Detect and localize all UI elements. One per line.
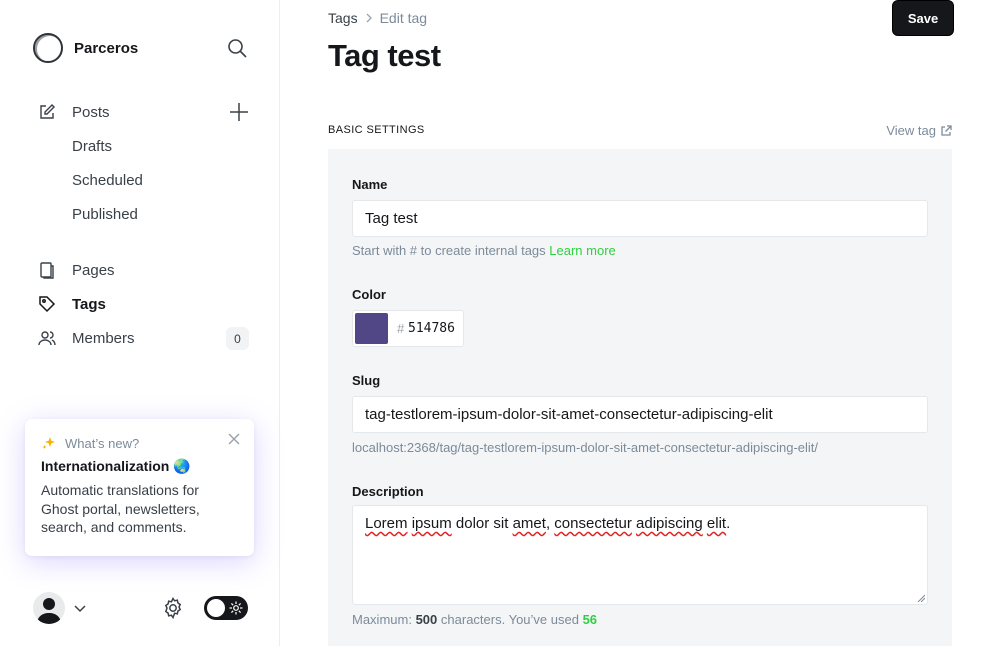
desc-word: dolor sit bbox=[455, 515, 509, 532]
avatar[interactable] bbox=[33, 592, 65, 624]
breadcrumb-current: Edit tag bbox=[379, 10, 428, 26]
whats-new-heading: What’s new? bbox=[41, 435, 238, 451]
name-input[interactable]: Tag test bbox=[352, 200, 928, 237]
nav-posts-label: Posts bbox=[72, 103, 110, 121]
desc-word: consectetur bbox=[554, 515, 632, 532]
desc-word: Lorem bbox=[365, 515, 408, 532]
close-icon[interactable] bbox=[228, 433, 240, 445]
color-hex-input[interactable]: 514786 bbox=[408, 321, 455, 336]
color-field[interactable]: # 514786 bbox=[352, 310, 464, 347]
section-label: Basic settings bbox=[328, 124, 425, 136]
desc-hint-used: 56 bbox=[582, 612, 598, 627]
description-hint: Maximum: 500 characters. You’ve used 56 bbox=[352, 612, 597, 627]
external-link-icon bbox=[941, 124, 952, 136]
color-swatch[interactable] bbox=[355, 313, 388, 344]
name-hint-text: Start with # to create internal tags bbox=[352, 243, 546, 258]
whats-new-body: Automatic translations for Ghost portal,… bbox=[41, 482, 200, 535]
site-name: Parceros bbox=[74, 39, 139, 57]
plus-icon[interactable] bbox=[229, 102, 249, 122]
nav-pages-label: Pages bbox=[72, 261, 115, 279]
pages-icon bbox=[40, 262, 54, 279]
name-hint: Start with # to create internal tags Lea… bbox=[352, 243, 616, 258]
desc-hint-max: 500 bbox=[415, 612, 438, 627]
toggle-knob bbox=[207, 599, 225, 617]
nav-pages[interactable]: Pages bbox=[38, 261, 115, 279]
whats-new-title: Internationalization 🌏 bbox=[41, 458, 191, 474]
sidebar: Parceros Posts Drafts Scheduled Publishe… bbox=[0, 0, 280, 646]
view-tag-link[interactable]: View tag bbox=[886, 123, 952, 138]
tag-icon bbox=[39, 296, 56, 313]
whats-new-heading-text: What’s new? bbox=[65, 435, 140, 451]
chevron-down-icon[interactable] bbox=[73, 601, 87, 615]
nav-members[interactable]: Members bbox=[38, 329, 135, 347]
description-textarea[interactable]: Lorem ipsum dolor sit amet, consectetur … bbox=[352, 505, 928, 605]
nav-posts[interactable]: Posts bbox=[38, 103, 110, 121]
description-label: Description bbox=[352, 484, 424, 499]
brand[interactable]: Parceros bbox=[33, 33, 138, 63]
breadcrumb: Tags Edit tag bbox=[328, 10, 427, 26]
site-logo bbox=[33, 33, 63, 63]
nav-published[interactable]: Published bbox=[72, 206, 138, 223]
color-label: Color bbox=[352, 287, 386, 302]
nav-tags[interactable]: Tags bbox=[38, 295, 106, 313]
desc-hint-prefix: Maximum: bbox=[352, 612, 412, 627]
name-label: Name bbox=[352, 177, 388, 192]
learn-more-link[interactable]: Learn more bbox=[549, 243, 615, 258]
desc-word: , bbox=[545, 515, 551, 532]
desc-hint-mid: characters. You’ve used bbox=[440, 612, 579, 627]
view-tag-label: View tag bbox=[886, 123, 936, 138]
user-avatar-icon bbox=[37, 598, 61, 624]
chevron-right-icon bbox=[366, 13, 372, 23]
members-count-badge: 0 bbox=[226, 327, 249, 350]
nav-drafts[interactable]: Drafts bbox=[72, 138, 112, 155]
gear-icon[interactable] bbox=[162, 597, 184, 619]
desc-word: amet bbox=[512, 515, 546, 532]
slug-input[interactable]: tag-testlorem-ipsum-dolor-sit-amet-conse… bbox=[352, 396, 928, 433]
nav-scheduled[interactable]: Scheduled bbox=[72, 172, 143, 189]
nav-tags-label: Tags bbox=[72, 295, 106, 313]
desc-word: adipiscing bbox=[636, 515, 703, 532]
members-icon bbox=[38, 331, 56, 346]
slug-url: localhost:2368/tag/tag-testlorem-ipsum-d… bbox=[352, 440, 819, 455]
sparkle-icon bbox=[42, 437, 55, 449]
nav-members-label: Members bbox=[72, 329, 135, 347]
whats-new-card[interactable]: What’s new? Internationalization 🌏 Autom… bbox=[25, 419, 254, 556]
breadcrumb-tags-link[interactable]: Tags bbox=[328, 10, 358, 26]
sun-icon bbox=[229, 601, 243, 615]
resize-handle-icon[interactable] bbox=[917, 594, 925, 602]
slug-label: Slug bbox=[352, 373, 381, 388]
desc-word: . bbox=[726, 515, 731, 532]
edit-icon bbox=[40, 104, 55, 119]
theme-toggle[interactable] bbox=[204, 596, 248, 620]
desc-word: elit bbox=[706, 515, 727, 532]
save-button[interactable]: Save bbox=[893, 1, 953, 35]
color-hash: # bbox=[397, 321, 405, 336]
page-title: Tag test bbox=[328, 38, 441, 73]
desc-word: ipsum bbox=[411, 515, 452, 532]
search-icon[interactable] bbox=[226, 37, 248, 59]
